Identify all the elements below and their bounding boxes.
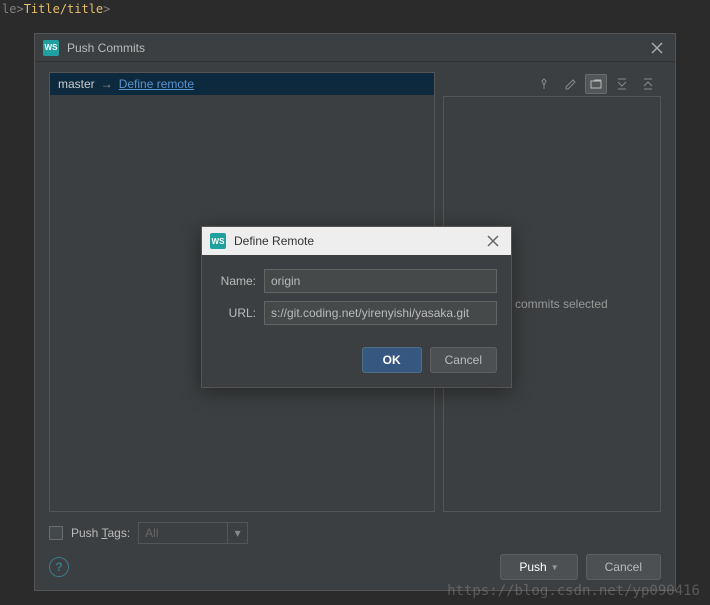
group-by-directory-icon[interactable] [585, 74, 607, 94]
dialog-titlebar[interactable]: WS Push Commits [35, 34, 675, 62]
push-tags-label: Push Tags: [71, 526, 130, 540]
cancel-button[interactable]: Cancel [430, 347, 497, 373]
push-tags-row: Push Tags: All ▾ [49, 522, 661, 544]
push-button[interactable]: Push ▼ [500, 554, 577, 580]
watermark: https://blog.csdn.net/yp090416 [447, 583, 700, 599]
name-label: Name: [216, 274, 264, 288]
dialog-footer: Push Tags: All ▾ ? Push ▼ Cancel [35, 512, 675, 590]
arrow-icon: → [101, 77, 113, 91]
footer-buttons: ? Push ▼ Cancel [49, 554, 661, 580]
app-icon: WS [210, 233, 226, 249]
branch-row[interactable]: master → Define remote [50, 73, 434, 95]
branch-name: master [58, 77, 95, 91]
define-remote-body: Name: URL: [202, 255, 511, 337]
collapse-icon[interactable] [637, 74, 659, 94]
expand-icon[interactable] [611, 74, 633, 94]
edit-icon[interactable] [559, 74, 581, 94]
define-remote-link[interactable]: Define remote [119, 77, 194, 91]
pin-icon[interactable] [533, 74, 555, 94]
name-input[interactable] [264, 269, 497, 293]
define-remote-footer: OK Cancel [202, 337, 511, 387]
chevron-down-icon: ▼ [551, 563, 559, 572]
close-icon[interactable] [483, 231, 503, 251]
url-label: URL: [216, 306, 264, 320]
ok-button[interactable]: OK [362, 347, 422, 373]
cancel-button[interactable]: Cancel [586, 554, 661, 580]
define-remote-dialog: WS Define Remote Name: URL: OK Cancel [201, 226, 512, 388]
push-tags-combo[interactable]: All ▾ [138, 522, 248, 544]
chevron-down-icon: ▾ [227, 523, 247, 543]
app-icon: WS [43, 40, 59, 56]
close-icon[interactable] [647, 38, 667, 58]
editor-background-code: le>Title/title> [2, 2, 110, 16]
push-tags-checkbox[interactable] [49, 526, 63, 540]
url-input[interactable] [264, 301, 497, 325]
help-icon[interactable]: ? [49, 557, 69, 577]
define-remote-title: Define Remote [234, 234, 483, 248]
preview-toolbar [443, 72, 661, 96]
dialog-title: Push Commits [67, 41, 647, 55]
define-remote-titlebar[interactable]: WS Define Remote [202, 227, 511, 255]
